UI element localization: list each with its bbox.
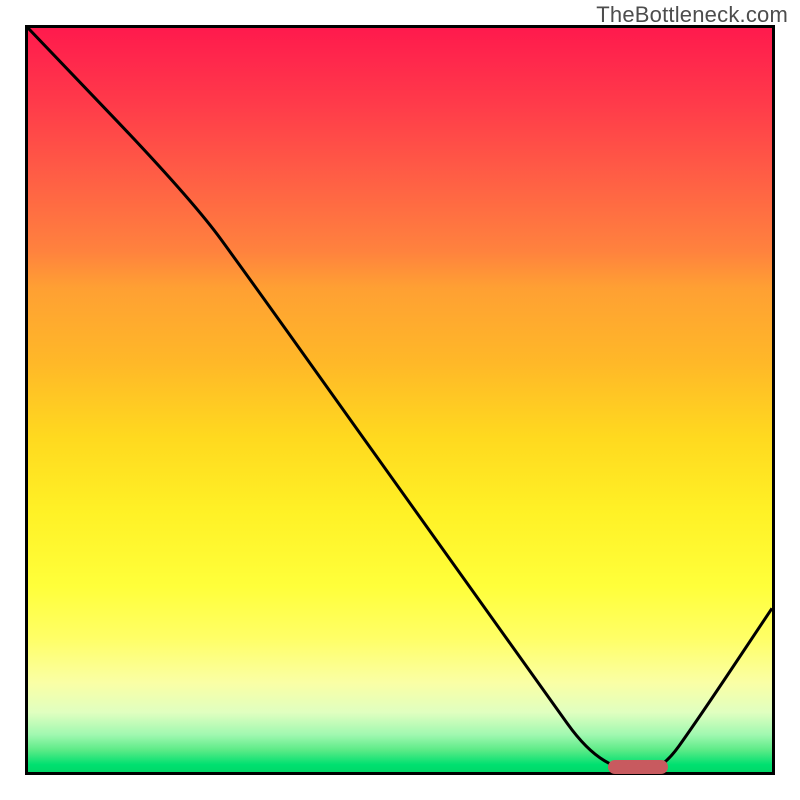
attribution-text: TheBottleneck.com: [596, 2, 788, 28]
optimal-range-marker: [608, 760, 668, 774]
chart-gradient-background: [28, 28, 772, 772]
chart-container: TheBottleneck.com: [0, 0, 800, 800]
